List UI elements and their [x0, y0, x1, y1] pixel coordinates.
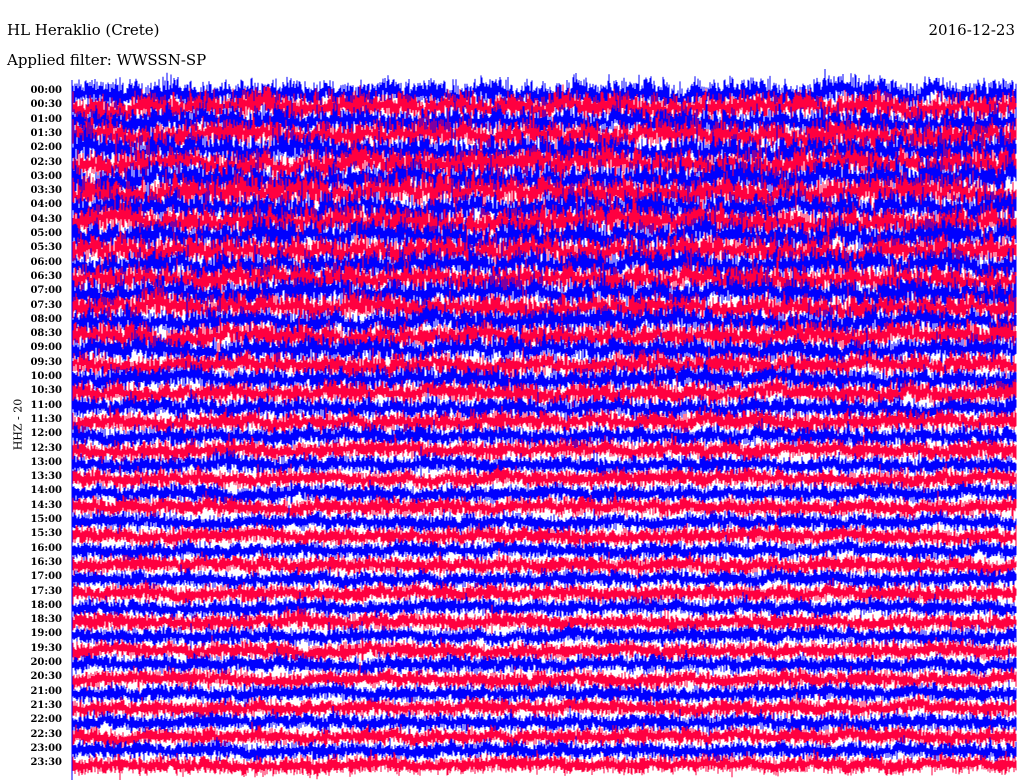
helicorder-plot [71, 69, 1017, 780]
